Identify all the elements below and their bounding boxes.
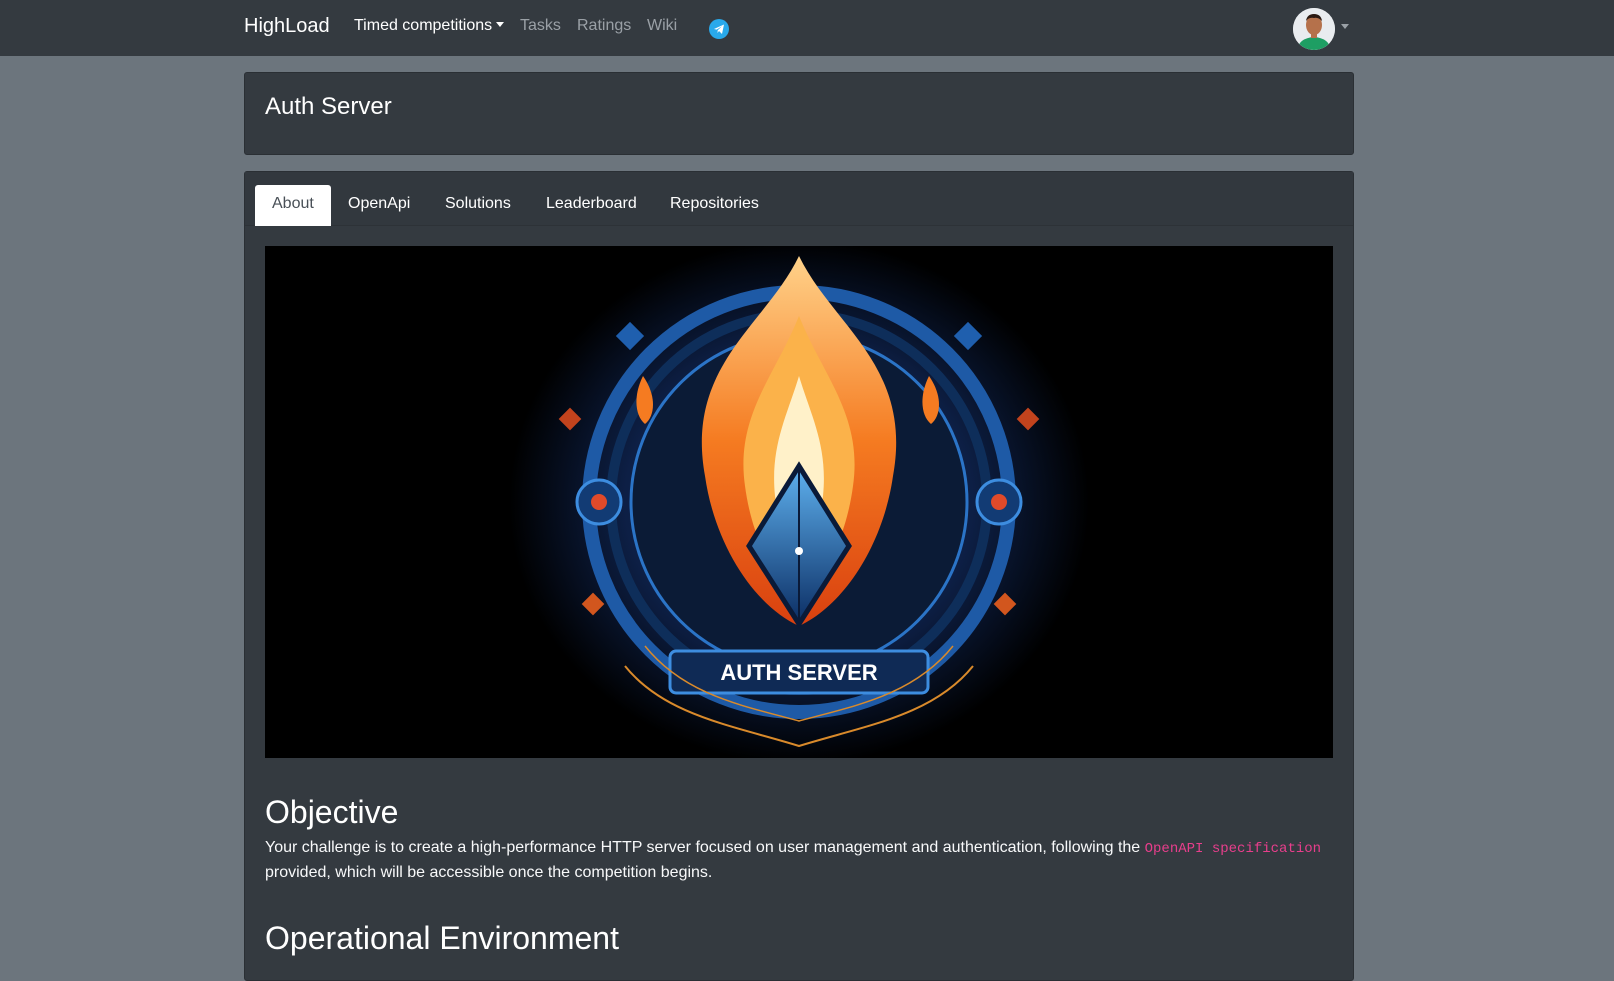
- openapi-spec-code: OpenAPI specification: [1144, 841, 1322, 857]
- tab-about[interactable]: About: [255, 185, 331, 226]
- nav-tasks[interactable]: Tasks: [520, 17, 561, 35]
- objective-text-after: provided, which will be accessible once …: [265, 864, 713, 881]
- nav-wiki[interactable]: Wiki: [647, 17, 677, 35]
- hero-banner-image: AUTH SERVER: [265, 246, 1333, 758]
- page-title: Auth Server: [265, 93, 392, 120]
- tab-repositories[interactable]: Repositories: [653, 185, 776, 226]
- header-card: Auth Server: [244, 72, 1354, 155]
- objective-paragraph: Your challenge is to create a high-perfo…: [265, 836, 1335, 885]
- tab-openapi[interactable]: OpenApi: [331, 185, 427, 226]
- operational-environment-heading: Operational Environment: [265, 920, 619, 956]
- tab-solutions[interactable]: Solutions: [428, 185, 528, 226]
- nav-timed-competitions-label: Timed competitions: [354, 17, 493, 34]
- objective-text-before: Your challenge is to create a high-perfo…: [265, 839, 1145, 856]
- tab-bar: About OpenApi Solutions Leaderboard Repo…: [245, 172, 1353, 226]
- objective-heading: Objective: [265, 794, 399, 830]
- brand-link[interactable]: HighLoad: [244, 15, 330, 38]
- telegram-icon[interactable]: [709, 19, 729, 39]
- main-card: About OpenApi Solutions Leaderboard Repo…: [244, 171, 1354, 981]
- avatar-caret-icon[interactable]: [1341, 24, 1349, 29]
- hero-banner-text: AUTH SERVER: [720, 660, 877, 685]
- nav-timed-competitions[interactable]: Timed competitions: [354, 17, 505, 35]
- nav-ratings[interactable]: Ratings: [577, 17, 631, 35]
- caret-down-icon: [496, 22, 505, 27]
- user-avatar[interactable]: [1293, 8, 1335, 50]
- tab-leaderboard[interactable]: Leaderboard: [529, 185, 654, 226]
- top-navbar: HighLoad Timed competitions Tasks Rating…: [0, 0, 1614, 56]
